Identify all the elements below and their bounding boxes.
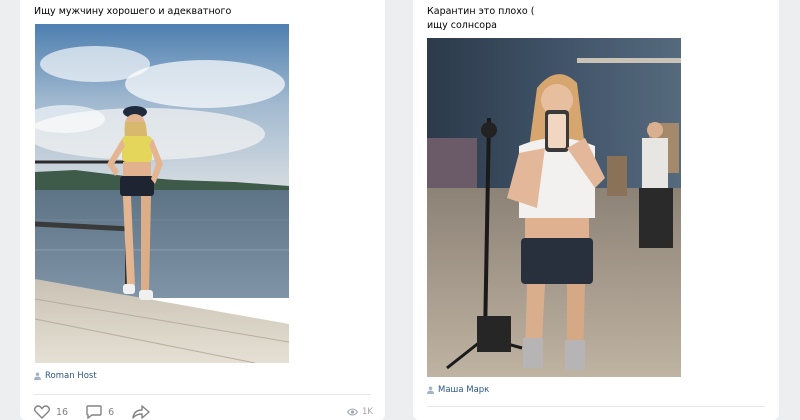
post-actions: 16 6 1K [34, 402, 373, 420]
views-counter: 1K [347, 407, 373, 417]
selfie-photo [427, 38, 681, 377]
divider [34, 394, 371, 395]
post-card: Карантин это плохо ( ищу солнсора Маша М… [413, 0, 779, 420]
user-icon [34, 372, 41, 380]
like-count: 16 [56, 406, 69, 418]
post-text: Карантин это плохо ( ищу солнсора [427, 6, 535, 31]
post-card: Ищу мужчину хорошего и адекватного Roman… [20, 0, 385, 420]
comment-icon [86, 405, 102, 419]
user-icon [427, 386, 434, 394]
post-photo[interactable] [35, 24, 289, 363]
post-text: Ищу мужчину хорошего и адекватного [34, 6, 232, 17]
divider [427, 406, 765, 407]
author-name[interactable]: Roman Host [45, 371, 97, 381]
comment-count: 6 [108, 406, 115, 418]
post-photo[interactable] [427, 38, 681, 377]
post-author[interactable]: Маша Марк [427, 385, 489, 395]
post-author[interactable]: Roman Host [34, 371, 97, 381]
share-button[interactable] [132, 405, 150, 419]
comment-button[interactable]: 6 [86, 405, 114, 419]
author-name[interactable]: Маша Марк [438, 385, 489, 395]
lake-photo [35, 24, 289, 363]
share-arrow-icon [132, 405, 150, 419]
heart-icon [34, 405, 50, 419]
eye-icon [347, 408, 359, 416]
like-button[interactable]: 16 [34, 405, 68, 419]
views-count: 1K [362, 407, 373, 417]
